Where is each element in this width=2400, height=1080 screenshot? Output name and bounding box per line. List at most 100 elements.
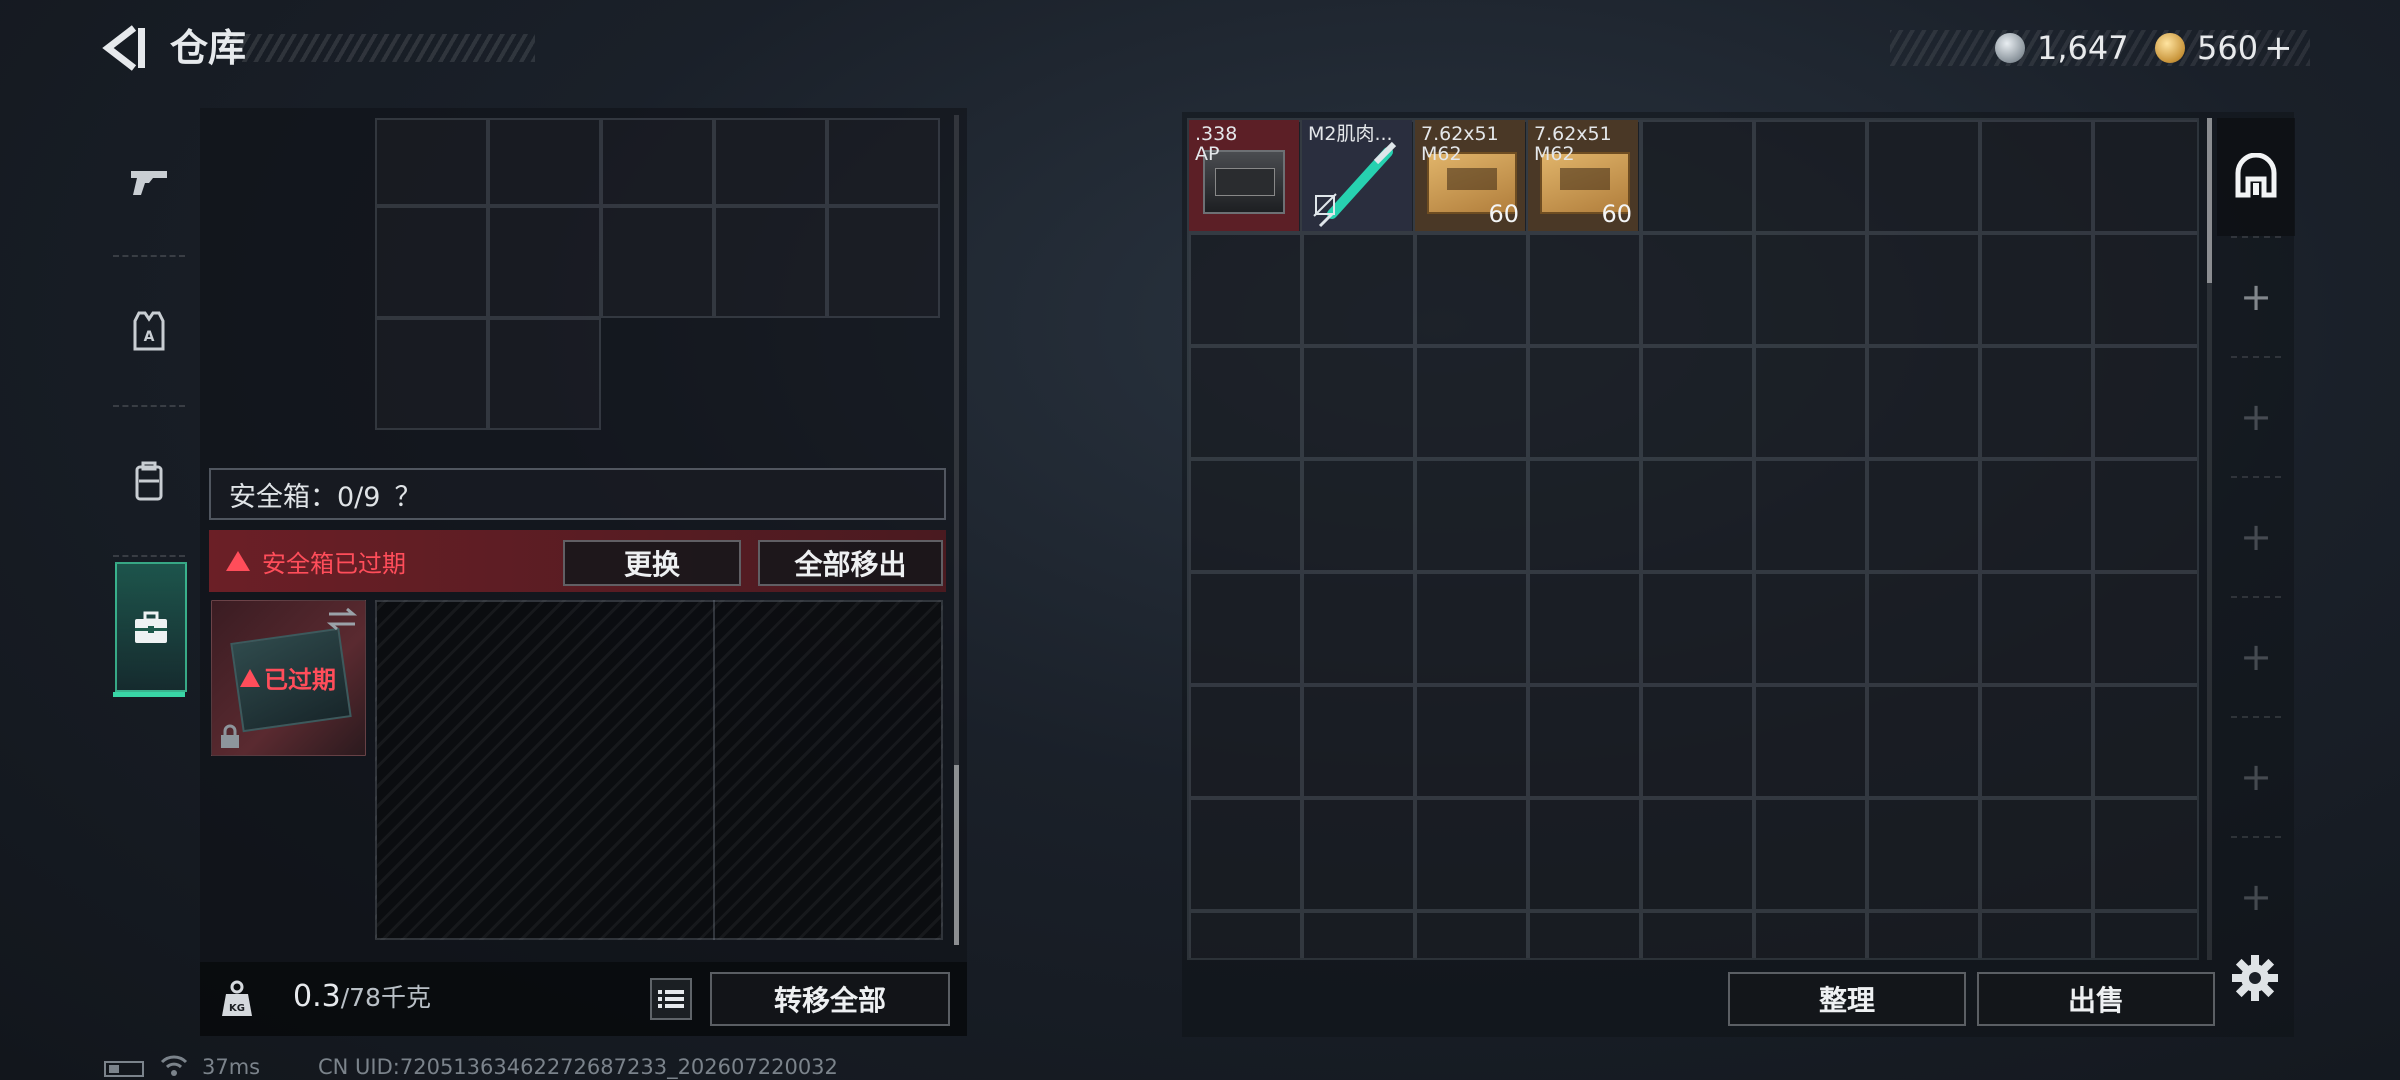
stash-item-762x51-m62[interactable]: 7.62x51 M62 60 xyxy=(1528,120,1638,231)
stash-grid-cell[interactable] xyxy=(1528,346,1641,459)
transfer-all-button[interactable]: 转移全部 xyxy=(710,972,950,1026)
grid-cell[interactable] xyxy=(714,118,827,206)
stash-grid-cell[interactable] xyxy=(1302,685,1415,798)
sell-button[interactable]: 出售 xyxy=(1977,972,2215,1026)
left-scroll-thumb[interactable] xyxy=(954,765,959,945)
grid-cell[interactable] xyxy=(375,206,488,318)
stash-grid-cell[interactable] xyxy=(1641,911,1754,958)
stash-grid-cell[interactable] xyxy=(1867,911,1980,958)
stash-grid-cell[interactable] xyxy=(1980,685,2093,798)
stash-grid-cell[interactable] xyxy=(1415,685,1528,798)
rail-item-backpack[interactable] xyxy=(103,407,195,555)
stash-grid-cell[interactable] xyxy=(1867,233,1980,346)
stash-grid-cell[interactable] xyxy=(1641,572,1754,685)
stash-grid-cell[interactable] xyxy=(1754,233,1867,346)
back-button[interactable] xyxy=(100,22,152,74)
stash-grid-cell[interactable] xyxy=(1302,572,1415,685)
stash-grid-cell[interactable] xyxy=(1641,798,1754,911)
stash-grid-cell[interactable] xyxy=(1867,459,1980,572)
stash-grid-cell[interactable] xyxy=(1189,346,1302,459)
stash-grid-cell[interactable] xyxy=(1641,233,1754,346)
grid-cell[interactable] xyxy=(714,206,827,318)
stash-grid-cell[interactable] xyxy=(1415,911,1528,958)
stash-grid-cell[interactable] xyxy=(1754,685,1867,798)
grid-cell[interactable] xyxy=(488,206,601,318)
stash-grid-cell[interactable] xyxy=(1641,459,1754,572)
stash-grid-cell[interactable] xyxy=(1754,459,1867,572)
stash-grid-cell[interactable] xyxy=(1980,459,2093,572)
stash-grid-cell[interactable] xyxy=(1189,233,1302,346)
stash-grid-cell[interactable] xyxy=(1980,911,2093,958)
rail-item-armor[interactable]: A xyxy=(103,257,195,405)
stash-grid-cell[interactable] xyxy=(1641,120,1754,233)
grid-cell[interactable] xyxy=(375,318,488,430)
grid-cell[interactable] xyxy=(488,318,601,430)
grid-cell[interactable] xyxy=(601,118,714,206)
add-currency-icon[interactable]: + xyxy=(2264,28,2293,68)
gold-currency[interactable]: 560 + xyxy=(2155,26,2293,70)
stash-grid-cell[interactable] xyxy=(1754,911,1867,958)
stash-grid-cell[interactable] xyxy=(1980,120,2093,233)
stash-grid-cell[interactable] xyxy=(1189,685,1302,798)
stash-grid-cell[interactable] xyxy=(1754,346,1867,459)
stash-grid-cell[interactable] xyxy=(1302,798,1415,911)
swap-button[interactable]: 更换 xyxy=(563,540,741,586)
stash-grid-cell[interactable] xyxy=(1302,346,1415,459)
move-all-out-button[interactable]: 全部移出 xyxy=(758,540,943,586)
stash-grid-cell[interactable] xyxy=(1189,572,1302,685)
stash-grid-cell[interactable] xyxy=(1528,572,1641,685)
stash-grid-cell[interactable] xyxy=(1754,120,1867,233)
stash-grid-cell[interactable] xyxy=(1641,685,1754,798)
stash-grid-cell[interactable] xyxy=(1302,459,1415,572)
stash-grid-cell[interactable] xyxy=(2093,798,2197,911)
stash-grid-cell[interactable] xyxy=(1980,798,2093,911)
stash-grid-cell[interactable] xyxy=(1415,459,1528,572)
stash-grid-cell[interactable] xyxy=(1641,346,1754,459)
stash-item-338-ap-ammo[interactable]: .338 AP xyxy=(1189,120,1299,231)
swap-arrows-icon[interactable] xyxy=(325,605,359,633)
grid-cell[interactable] xyxy=(827,206,940,318)
stash-item-762x51-m62[interactable]: 7.62x51 M62 60 xyxy=(1415,120,1525,231)
stash-scroll-thumb[interactable] xyxy=(2207,118,2212,283)
stash-grid-cell[interactable] xyxy=(1754,572,1867,685)
rail-item-weapons[interactable] xyxy=(103,107,195,255)
stash-grid-cell[interactable] xyxy=(1302,233,1415,346)
stash-grid-cell[interactable] xyxy=(2093,233,2197,346)
stash-grid-cell[interactable] xyxy=(1302,911,1415,958)
stash-grid-cell[interactable] xyxy=(1528,798,1641,911)
stash-grid-cell[interactable] xyxy=(1867,798,1980,911)
stash-grid-cell[interactable] xyxy=(1415,346,1528,459)
stash-grid-cell[interactable] xyxy=(1867,346,1980,459)
help-icon[interactable]: ？ xyxy=(394,475,421,514)
stash-grid-cell[interactable] xyxy=(2093,120,2197,233)
stash-grid-cell[interactable] xyxy=(1980,572,2093,685)
stash-grid-cell[interactable] xyxy=(2093,346,2197,459)
stash-grid-cell[interactable] xyxy=(1528,459,1641,572)
stash-grid-cell[interactable] xyxy=(1980,233,2093,346)
grid-cell[interactable] xyxy=(827,118,940,206)
stash-grid-cell[interactable] xyxy=(2093,685,2197,798)
add-stash-page-button[interactable]: + xyxy=(2217,238,2295,356)
grid-cell[interactable] xyxy=(601,206,714,318)
stash-grid-cell[interactable] xyxy=(1528,685,1641,798)
stash-grid-cell[interactable] xyxy=(1189,798,1302,911)
list-view-button[interactable] xyxy=(650,978,692,1020)
stash-grid-cell[interactable] xyxy=(1867,685,1980,798)
stash-grid-cell[interactable] xyxy=(1867,572,1980,685)
stash-grid-cell[interactable] xyxy=(1528,233,1641,346)
stash-grid-cell[interactable] xyxy=(1415,233,1528,346)
settings-gear-icon[interactable] xyxy=(2230,953,2280,1003)
stash-grid-cell[interactable] xyxy=(1189,911,1302,958)
stash-grid-cell[interactable] xyxy=(2093,911,2197,958)
stash-grid-cell[interactable] xyxy=(1528,911,1641,958)
stash-grid-cell[interactable] xyxy=(1754,798,1867,911)
rail-item-safe-case[interactable] xyxy=(115,562,187,692)
stash-grid-cell[interactable] xyxy=(1189,459,1302,572)
grid-cell[interactable] xyxy=(488,118,601,206)
stash-grid-cell[interactable] xyxy=(2093,459,2197,572)
stash-item-m2-injector[interactable]: M2肌肉... xyxy=(1302,120,1412,231)
stash-grid-cell[interactable] xyxy=(1980,346,2093,459)
stash-grid-cell[interactable] xyxy=(1415,798,1528,911)
grid-cell[interactable] xyxy=(375,118,488,206)
stash-page-main[interactable] xyxy=(2217,118,2295,236)
